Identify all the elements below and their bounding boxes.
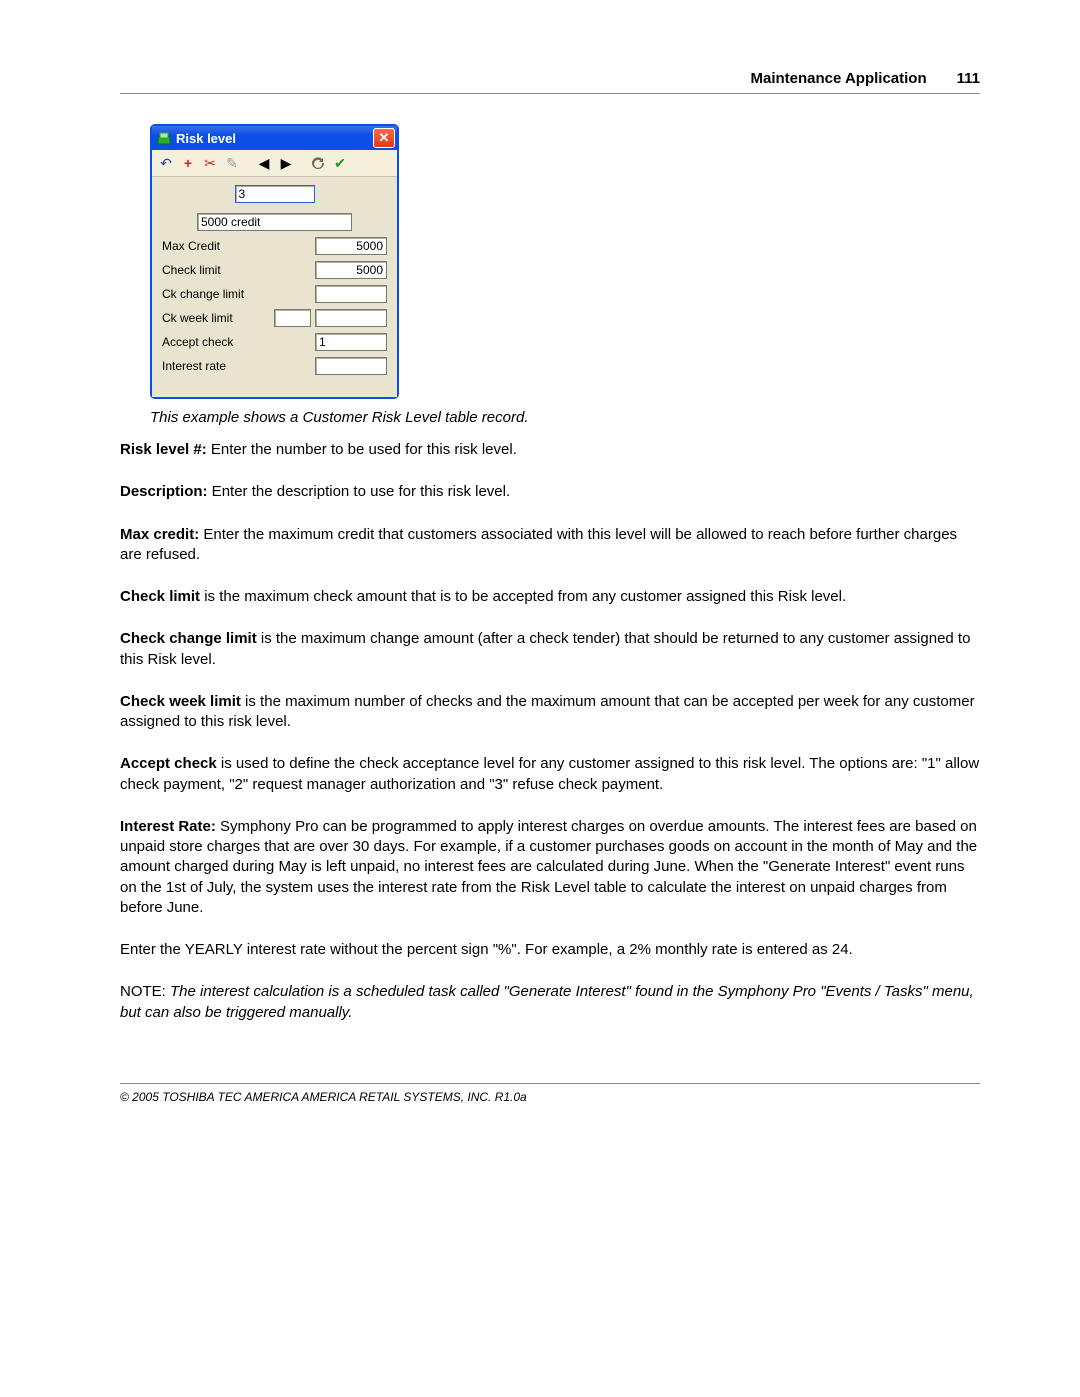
refresh-icon[interactable] [308, 153, 328, 173]
para-check-week: Check week limit is the maximum number o… [120, 692, 980, 733]
dialog-body: 3 5000 credit Max Credit 5000 Check limi… [152, 177, 397, 397]
check-limit-label: Check limit [162, 263, 315, 277]
para-note: NOTE: The interest calculation is a sche… [120, 982, 980, 1023]
ck-change-limit-label: Ck change limit [162, 287, 315, 301]
accept-check-input[interactable]: 1 [315, 333, 387, 351]
undo-icon[interactable]: ↶ [156, 153, 176, 173]
footer: © 2005 TOSHIBA TEC AMERICA AMERICA RETAI… [120, 1083, 980, 1104]
edit-icon[interactable]: ✎ [222, 153, 242, 173]
cut-icon[interactable]: ✂ [200, 153, 220, 173]
description-input[interactable]: 5000 credit [197, 213, 352, 231]
next-icon[interactable]: ▶ [276, 153, 296, 173]
interest-rate-label: Interest rate [162, 359, 315, 373]
interest-rate-input[interactable] [315, 357, 387, 375]
titlebar[interactable]: Risk level ✕ [152, 126, 397, 150]
titlebar-title: Risk level [176, 131, 373, 146]
max-credit-label: Max Credit [162, 239, 315, 253]
accept-check-label: Accept check [162, 335, 315, 349]
header-page-number: 111 [957, 70, 980, 87]
para-check-limit: Check limit is the maximum check amount … [120, 587, 980, 607]
window-icon [156, 130, 172, 146]
para-yearly: Enter the YEARLY interest rate without t… [120, 940, 980, 960]
page-header: Maintenance Application 111 [120, 70, 980, 94]
ck-week-amount-input[interactable] [315, 309, 387, 327]
risk-level-dialog: Risk level ✕ ↶ + ✂ ✎ ◀ ▶ ✔ 3 [150, 124, 399, 399]
prev-icon[interactable]: ◀ [254, 153, 274, 173]
para-check-change: Check change limit is the maximum change… [120, 629, 980, 670]
para-max-credit: Max credit: Enter the maximum credit tha… [120, 525, 980, 566]
toolbar: ↶ + ✂ ✎ ◀ ▶ ✔ [152, 150, 397, 177]
ck-change-limit-input[interactable] [315, 285, 387, 303]
para-interest: Interest Rate: Symphony Pro can be progr… [120, 817, 980, 918]
close-button[interactable]: ✕ [373, 128, 395, 148]
ck-week-count-input[interactable] [274, 309, 311, 327]
header-title: Maintenance Application [750, 70, 926, 87]
add-icon[interactable]: + [178, 153, 198, 173]
para-risk-level-num: Risk level #: Enter the number to be use… [120, 440, 980, 460]
risk-level-number-input[interactable]: 3 [235, 185, 315, 203]
close-icon: ✕ [379, 130, 390, 146]
check-limit-input[interactable]: 5000 [315, 261, 387, 279]
para-description: Description: Enter the description to us… [120, 482, 980, 502]
max-credit-input[interactable]: 5000 [315, 237, 387, 255]
caption: This example shows a Customer Risk Level… [150, 409, 980, 426]
ck-week-limit-label: Ck week limit [162, 311, 274, 325]
ok-icon[interactable]: ✔ [330, 153, 350, 173]
para-accept-check: Accept check is used to define the check… [120, 754, 980, 795]
